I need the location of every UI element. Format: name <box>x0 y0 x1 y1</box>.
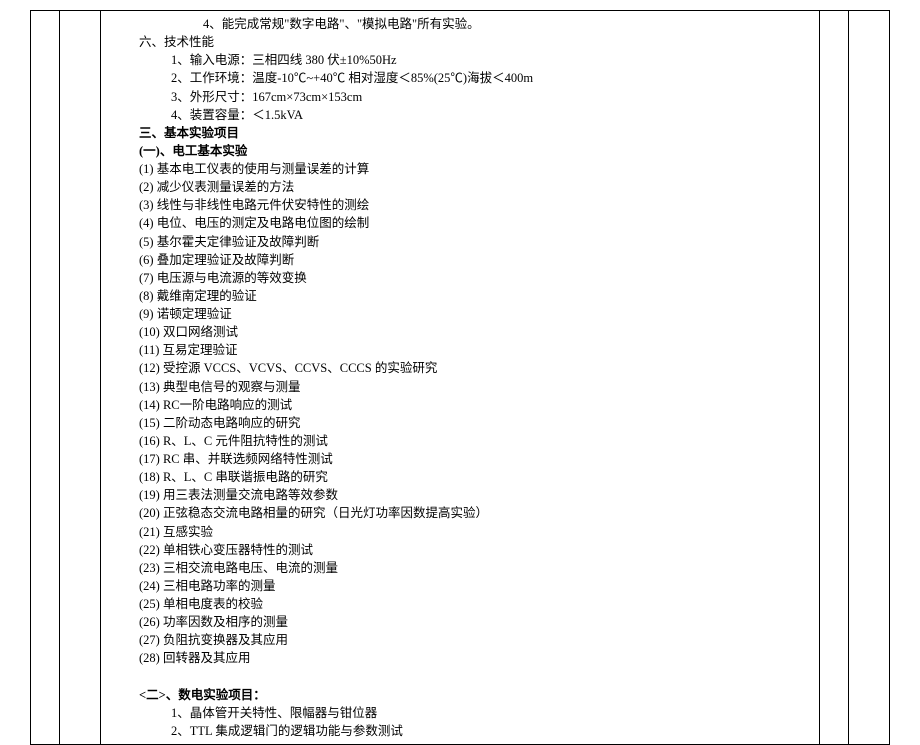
experiment-item: (24) 三相电路功率的测量 <box>107 577 813 595</box>
main-content: 4、能完成常规"数字电路"、"模拟电路"所有实验。 六、技术性能 1、输入电源：… <box>101 11 819 744</box>
section-basic-experiments-title: 三、基本实验项目 <box>107 124 813 142</box>
spec-line: 2、工作环境：温度-10℃~+40℃ 相对湿度＜85%(25℃)海拔＜400m <box>107 69 813 87</box>
experiment-item: (4) 电位、电压的测定及电路电位图的绘制 <box>107 214 813 232</box>
experiment-item: 1、晶体管开关特性、限幅器与钳位器 <box>107 704 813 722</box>
line-item: 4、能完成常规"数字电路"、"模拟电路"所有实验。 <box>107 15 813 33</box>
experiment-item: (17) RC 串、并联选频网络特性测试 <box>107 450 813 468</box>
experiment-item: (18) R、L、C 串联谐振电路的研究 <box>107 468 813 486</box>
experiment-item: (26) 功率因数及相序的测量 <box>107 613 813 631</box>
document-page: 4、能完成常规"数字电路"、"模拟电路"所有实验。 六、技术性能 1、输入电源：… <box>0 0 920 651</box>
experiment-item: (10) 双口网络测试 <box>107 323 813 341</box>
spec-line: 4、装置容量：＜1.5kVA <box>107 106 813 124</box>
experiment-item: (12) 受控源 VCCS、VCVS、CCVS、CCCS 的实验研究 <box>107 359 813 377</box>
experiment-item: (9) 诺顿定理验证 <box>107 305 813 323</box>
experiment-item: (20) 正弦稳态交流电路相量的研究（日光灯功率因数提高实验） <box>107 504 813 522</box>
experiment-item: (16) R、L、C 元件阻抗特性的测试 <box>107 432 813 450</box>
subsection-electrical-title: (一)、电工基本实验 <box>107 142 813 160</box>
experiment-item: (2) 减少仪表测量误差的方法 <box>107 178 813 196</box>
col-1 <box>31 11 60 745</box>
experiment-item: (21) 互感实验 <box>107 523 813 541</box>
experiment-item: (14) RC一阶电路响应的测试 <box>107 396 813 414</box>
experiment-item: (6) 叠加定理验证及故障判断 <box>107 251 813 269</box>
experiment-item: (11) 互易定理验证 <box>107 341 813 359</box>
col-main: 4、能完成常规"数字电路"、"模拟电路"所有实验。 六、技术性能 1、输入电源：… <box>101 11 820 745</box>
spec-line: 3、外形尺寸：167cm×73cm×153cm <box>107 88 813 106</box>
experiment-item: (5) 基尔霍夫定律验证及故障判断 <box>107 233 813 251</box>
experiment-item: (1) 基本电工仪表的使用与测量误差的计算 <box>107 160 813 178</box>
layout-table: 4、能完成常规"数字电路"、"模拟电路"所有实验。 六、技术性能 1、输入电源：… <box>30 10 890 745</box>
experiment-item: (7) 电压源与电流源的等效变换 <box>107 269 813 287</box>
experiment-item: (27) 负阻抗变换器及其应用 <box>107 631 813 649</box>
section-tech-spec-title: 六、技术性能 <box>107 33 813 51</box>
experiment-item: (25) 单相电度表的校验 <box>107 595 813 613</box>
col-2 <box>60 11 101 745</box>
spec-line: 1、输入电源：三相四线 380 伏±10%50Hz <box>107 51 813 69</box>
col-4 <box>820 11 849 745</box>
experiment-item: (23) 三相交流电路电压、电流的测量 <box>107 559 813 577</box>
experiment-item: 2、TTL 集成逻辑门的逻辑功能与参数测试 <box>107 722 813 740</box>
experiment-item: (3) 线性与非线性电路元件伏安特性的测绘 <box>107 196 813 214</box>
subsection-digital-title: <二>、数电实验项目： <box>107 686 813 704</box>
experiment-item: (19) 用三表法测量交流电路等效参数 <box>107 486 813 504</box>
experiment-item: (13) 典型电信号的观察与测量 <box>107 378 813 396</box>
experiment-item: (28) 回转器及其应用 <box>107 649 813 667</box>
experiment-item: (8) 戴维南定理的验证 <box>107 287 813 305</box>
experiment-item: (15) 二阶动态电路响应的研究 <box>107 414 813 432</box>
col-5 <box>849 11 890 745</box>
experiment-item: (22) 单相铁心变压器特性的测试 <box>107 541 813 559</box>
